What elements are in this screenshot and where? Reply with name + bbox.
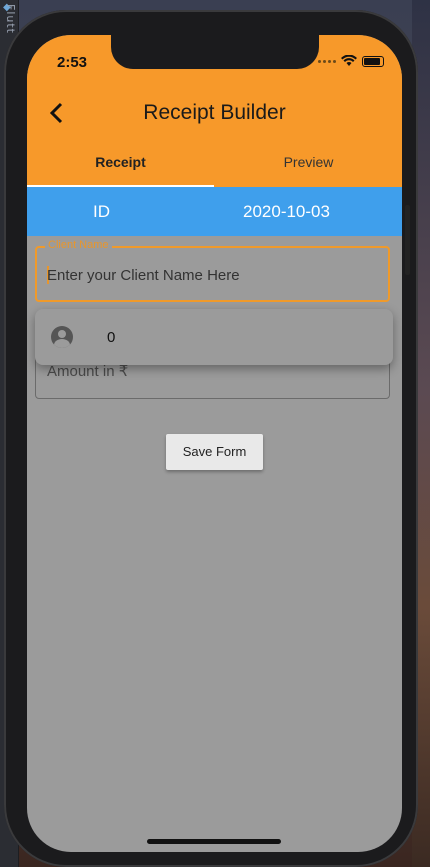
app-bar: Receipt Builder [27, 89, 402, 137]
tab-receipt[interactable]: Receipt [27, 137, 214, 187]
wifi-icon [341, 55, 357, 66]
home-indicator [147, 839, 281, 844]
client-name-placeholder: Enter your Client Name Here [47, 267, 240, 284]
status-icons [318, 55, 384, 67]
battery-icon [362, 55, 384, 67]
account-circle-icon [51, 326, 73, 348]
tab-bar: Receipt Preview [27, 137, 402, 187]
phone-side-button [405, 205, 410, 275]
page-title: Receipt Builder [143, 101, 286, 124]
phone-screen: 2:53 Receipt Builder Receipt Preview ID … [27, 35, 402, 852]
status-time: 2:53 [57, 54, 88, 71]
ide-panel-label: Flutt [4, 4, 17, 34]
client-name-field[interactable]: Client Name Enter your Client Name Here [35, 239, 390, 302]
phone-frame: 2:53 Receipt Builder Receipt Preview ID … [4, 10, 418, 867]
receipt-info-row: ID 2020-10-03 [27, 187, 402, 236]
client-dropdown[interactable]: 0 [35, 309, 393, 365]
signal-icon [318, 59, 336, 63]
tab-preview[interactable]: Preview [215, 137, 402, 187]
notch [111, 35, 319, 69]
dropdown-value[interactable]: 0 [107, 329, 115, 346]
client-name-label: Client Name [45, 239, 112, 251]
save-form-button[interactable]: Save Form [166, 434, 263, 470]
receipt-id-label: ID [93, 202, 110, 221]
receipt-date: 2020-10-03 [243, 202, 330, 221]
